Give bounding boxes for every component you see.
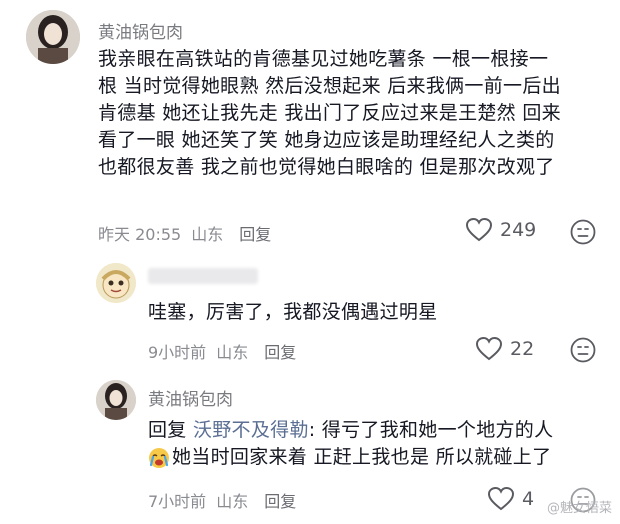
like-button[interactable]: 22: [476, 337, 534, 361]
comment-username[interactable]: 黄油锅包肉: [98, 18, 183, 43]
comment-line-text: : 得亏了我和她一个地方的人: [308, 419, 554, 441]
mention-link[interactable]: 沃野不及得勒: [193, 419, 309, 441]
comment-meta: 7小时前 山东 回复: [148, 488, 306, 512]
like-count: 249: [500, 219, 537, 241]
comment-text: 我亲眼在高铁站的肯德基见过她吃薯条 一根一根接一 根 当时觉得她眼熟 然后没想起…: [98, 46, 598, 181]
comment-location: 山东: [191, 225, 224, 244]
dislike-face-icon: [570, 219, 596, 245]
dislike-button[interactable]: [570, 219, 596, 249]
reply-button[interactable]: 回复: [239, 221, 271, 245]
comment-line: 看了一眼 她还笑了笑 她身边应该是助理经纪人之类的: [98, 129, 555, 151]
like-count: 22: [510, 338, 535, 360]
watermark-text: @魅女悟菜: [546, 501, 612, 516]
comment-location: 山东: [216, 492, 249, 511]
dislike-button[interactable]: [570, 337, 596, 367]
comment-line: 她当时回家来着 正赶上我也是 所以就碰上了: [148, 444, 598, 471]
comment-location: 山东: [216, 343, 249, 362]
heart-icon: [476, 337, 502, 361]
crying-emoji-icon: [149, 447, 169, 468]
comment-line: 我亲眼在高铁站的肯德基见过她吃薯条 一根一根接一: [98, 48, 549, 70]
reply-prefix: 回复: [148, 419, 187, 441]
avatar-image: [96, 263, 136, 303]
avatar[interactable]: [96, 380, 136, 420]
comment-line: 也都很友善 我之前也觉得她白眼啥的 但是那次改观了: [98, 156, 555, 178]
reply-button[interactable]: 回复: [264, 339, 296, 363]
like-count: 4: [522, 488, 535, 510]
avatar[interactable]: [96, 263, 136, 303]
avatar-image: [96, 380, 136, 420]
avatar[interactable]: [26, 10, 80, 64]
comment-text: 回复 沃野不及得勒: 得亏了我和她一个地方的人 她当时回家来着 正赶上我也是 所…: [148, 417, 598, 471]
heart-icon: [466, 218, 492, 242]
watermark: @魅女悟菜: [547, 497, 612, 516]
comment-username-blurred[interactable]: [148, 268, 258, 284]
comment-line-text: 她当时回家来着 正赶上我也是 所以就碰上了: [172, 446, 552, 468]
comment-time: 昨天 20:55: [98, 225, 182, 244]
like-button[interactable]: 4: [488, 487, 534, 511]
comment-text: 哇塞，厉害了，我都没偶遇过明星: [148, 301, 438, 323]
avatar-image: [26, 10, 80, 64]
reply-button[interactable]: 回复: [264, 488, 296, 512]
like-button[interactable]: 249: [466, 218, 536, 242]
comment-line: 根 当时觉得她眼熟 然后没想起来 后来我俩一前一后出: [98, 75, 561, 97]
comment-line: 肯德基 她还让我先走 我出门了反应过来是王楚然 回来: [98, 102, 561, 124]
comment-meta: 昨天 20:55 山东 回复: [98, 221, 281, 245]
comment-line: 回复 沃野不及得勒: 得亏了我和她一个地方的人: [148, 417, 598, 444]
dislike-face-icon: [570, 337, 596, 363]
comment-username[interactable]: 黄油锅包肉: [148, 385, 233, 410]
heart-icon: [488, 487, 514, 511]
comment-time: 7小时前: [148, 492, 207, 511]
comment-time: 9小时前: [148, 343, 207, 362]
comment-meta: 9小时前 山东 回复: [148, 339, 306, 363]
